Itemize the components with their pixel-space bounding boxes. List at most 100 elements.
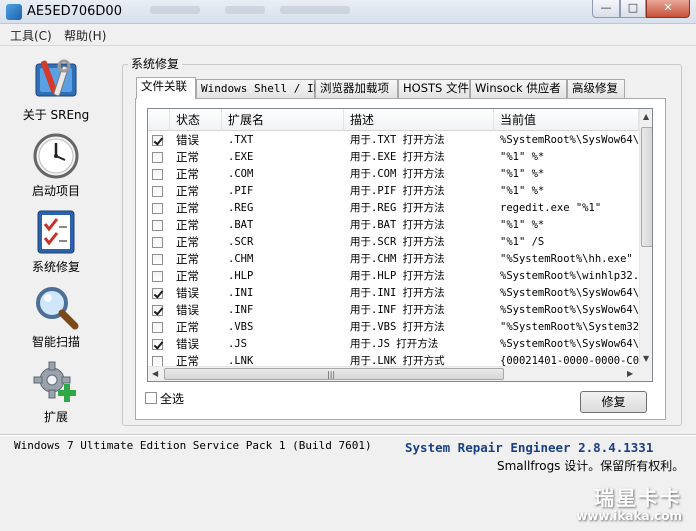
os-info: Windows 7 Ultimate Edition Service Pack … [14,439,372,452]
row-checkbox[interactable] [152,220,163,231]
cell-status: 错误 [176,337,199,351]
table-row[interactable]: 错误 .JS 用于.JS 打开方法 %SystemRoot%\SysWow64\ [148,336,639,353]
cell-description: 用于.VBS 打开方法 [350,321,445,333]
sidebar-item-startup[interactable]: 启动项目 [10,132,102,199]
table-row[interactable]: 正常 .CHM 用于.CHM 打开方法 "%SystemRoot%\hh.exe" " [148,251,639,268]
tab-advanced-repair[interactable]: 高级修复 [567,79,625,98]
close-button[interactable]: ✕ [646,0,690,18]
tab-winsock-providers[interactable]: Winsock 供应者 [470,79,567,98]
scroll-left-arrow-icon[interactable]: ◀ [152,369,158,378]
watermark: 瑞星卡卡 www.ikaka.com [548,478,696,531]
row-checkbox[interactable] [152,322,163,333]
vertical-scrollbar[interactable]: ▲ ▼ [639,109,652,366]
table-row[interactable]: 错误 .TXT 用于.TXT 打开方法 %SystemRoot%\SysWow64\ [148,132,639,149]
row-checkbox[interactable] [152,339,163,350]
menu-help[interactable]: 帮助(H) [64,27,106,44]
cell-description: 用于.COM 打开方法 [350,168,445,180]
cell-description: 用于.PIF 打开方法 [350,185,445,197]
cell-description: 用于.INF 打开方法 [350,304,445,316]
watermark-brand: 瑞星卡卡 [594,486,682,510]
scroll-down-arrow-icon[interactable]: ▼ [643,354,649,363]
toolbox-icon [32,56,80,104]
table-row[interactable]: 错误 .INI 用于.INI 打开方法 %SystemRoot%\SysWow64\ [148,285,639,302]
row-checkbox[interactable] [152,135,163,146]
table-row[interactable]: 正常 .LNK 用于.LNK 打开方式 {00021401-0000-0000-C0 [148,353,639,366]
column-status[interactable]: 状态 [170,109,222,131]
cell-current-value: {00021401-0000-0000-C0 [500,355,639,366]
row-checkbox[interactable] [152,152,163,163]
blurred-background-element [280,6,350,14]
column-extension[interactable]: 扩展名 [222,109,344,131]
table-row[interactable]: 正常 .COM 用于.COM 打开方法 "%1" %* [148,166,639,183]
table-row[interactable]: 正常 .HLP 用于.HLP 打开方法 %SystemRoot%\winhlp32. [148,268,639,285]
cell-status: 正常 [176,354,199,366]
table-row[interactable]: 正常 .VBS 用于.VBS 打开方法 "%SystemRoot%\System32 [148,319,639,336]
minimize-button[interactable]: — [592,0,620,18]
blurred-background-element [150,6,200,14]
cell-status: 错误 [176,133,199,147]
cell-status: 正常 [176,150,199,164]
select-all-box[interactable] [145,392,157,404]
blurred-background-element [225,6,265,14]
cell-extension: .JS [228,338,247,350]
sidebar-item-smart-scan[interactable]: 智能扫描 [10,283,102,350]
table-row[interactable]: 正常 .PIF 用于.PIF 打开方法 "%1" %* [148,183,639,200]
cell-current-value: "%1" %* [500,151,545,163]
cell-description: 用于.TXT 打开方法 [350,134,445,146]
cell-current-value: "%1" %* [500,219,545,231]
scroll-grip-icon: ||| [327,370,336,379]
cell-extension: .TXT [228,134,254,146]
row-checkbox[interactable] [152,288,163,299]
magnifier-icon [32,283,80,331]
table-row[interactable]: 正常 .BAT 用于.BAT 打开方法 "%1" %* [148,217,639,234]
cell-current-value: "%SystemRoot%\hh.exe" " [500,253,639,265]
table-row[interactable]: 错误 .INF 用于.INF 打开方法 %SystemRoot%\SysWow64\ [148,302,639,319]
vertical-scroll-thumb[interactable] [641,127,652,247]
tab-file-association[interactable]: 文件关联 [136,77,196,99]
cell-extension: .REG [228,202,254,214]
cell-current-value: %SystemRoot%\winhlp32. [500,270,639,282]
header-checkbox-column [148,109,170,131]
cell-description: 用于.SCR 打开方法 [350,236,445,248]
scroll-up-arrow-icon[interactable]: ▲ [643,112,649,121]
tab-hosts-file[interactable]: HOSTS 文件 [398,79,470,98]
tab-windows-shell-ie[interactable]: Windows Shell / IE [196,79,320,98]
cell-description: 用于.LNK 打开方式 [350,355,445,366]
select-all-label: 全选 [160,392,185,406]
table-row[interactable]: 正常 .SCR 用于.SCR 打开方法 "%1" /S [148,234,639,251]
cell-status: 错误 [176,303,199,317]
sidebar-item-about[interactable]: 关于 SREng [10,56,102,123]
column-description[interactable]: 描述 [344,109,494,131]
row-checkbox[interactable] [152,305,163,316]
gear-plus-icon [32,358,80,406]
row-checkbox[interactable] [152,271,163,282]
row-checkbox[interactable] [152,254,163,265]
cell-current-value: "%SystemRoot%\System32 [500,321,639,333]
row-checkbox[interactable] [152,237,163,248]
clock-icon [32,132,80,180]
column-current-value[interactable]: 当前值 [494,109,639,131]
repair-button[interactable]: 修复 [580,391,647,413]
cell-description: 用于.INI 打开方法 [350,287,445,299]
horizontal-scrollbar[interactable]: ◀ ||| ▶ [148,366,639,381]
row-checkbox[interactable] [152,186,163,197]
horizontal-scroll-thumb[interactable]: ||| [164,368,504,380]
row-checkbox[interactable] [152,169,163,180]
tab-browser-addons[interactable]: 浏览器加载项 [315,79,398,98]
scroll-right-arrow-icon[interactable]: ▶ [627,369,633,378]
file-association-list[interactable]: 状态 扩展名 描述 当前值 错误 .TXT 用于.TXT 打开方法 %SystemRo… [147,108,653,382]
table-row[interactable]: 正常 .REG 用于.REG 打开方法 regedit.exe "%1" [148,200,639,217]
table-row[interactable]: 正常 .EXE 用于.EXE 打开方法 "%1" %* [148,149,639,166]
cell-status: 正常 [176,269,199,283]
sidebar-item-extensions[interactable]: 扩展 [10,358,102,425]
list-body: 错误 .TXT 用于.TXT 打开方法 %SystemRoot%\SysWow64\ 正… [148,132,639,366]
row-checkbox[interactable] [152,356,163,366]
cell-description: 用于.EXE 打开方法 [350,151,445,163]
menu-tools[interactable]: 工具(C) [10,27,52,44]
maximize-button[interactable]: □ [620,0,646,18]
cell-status: 正常 [176,320,199,334]
cell-extension: .BAT [228,219,254,231]
sidebar-item-system-repair[interactable]: 系统修复 [10,208,102,275]
checklist-icon [32,208,80,256]
row-checkbox[interactable] [152,203,163,214]
